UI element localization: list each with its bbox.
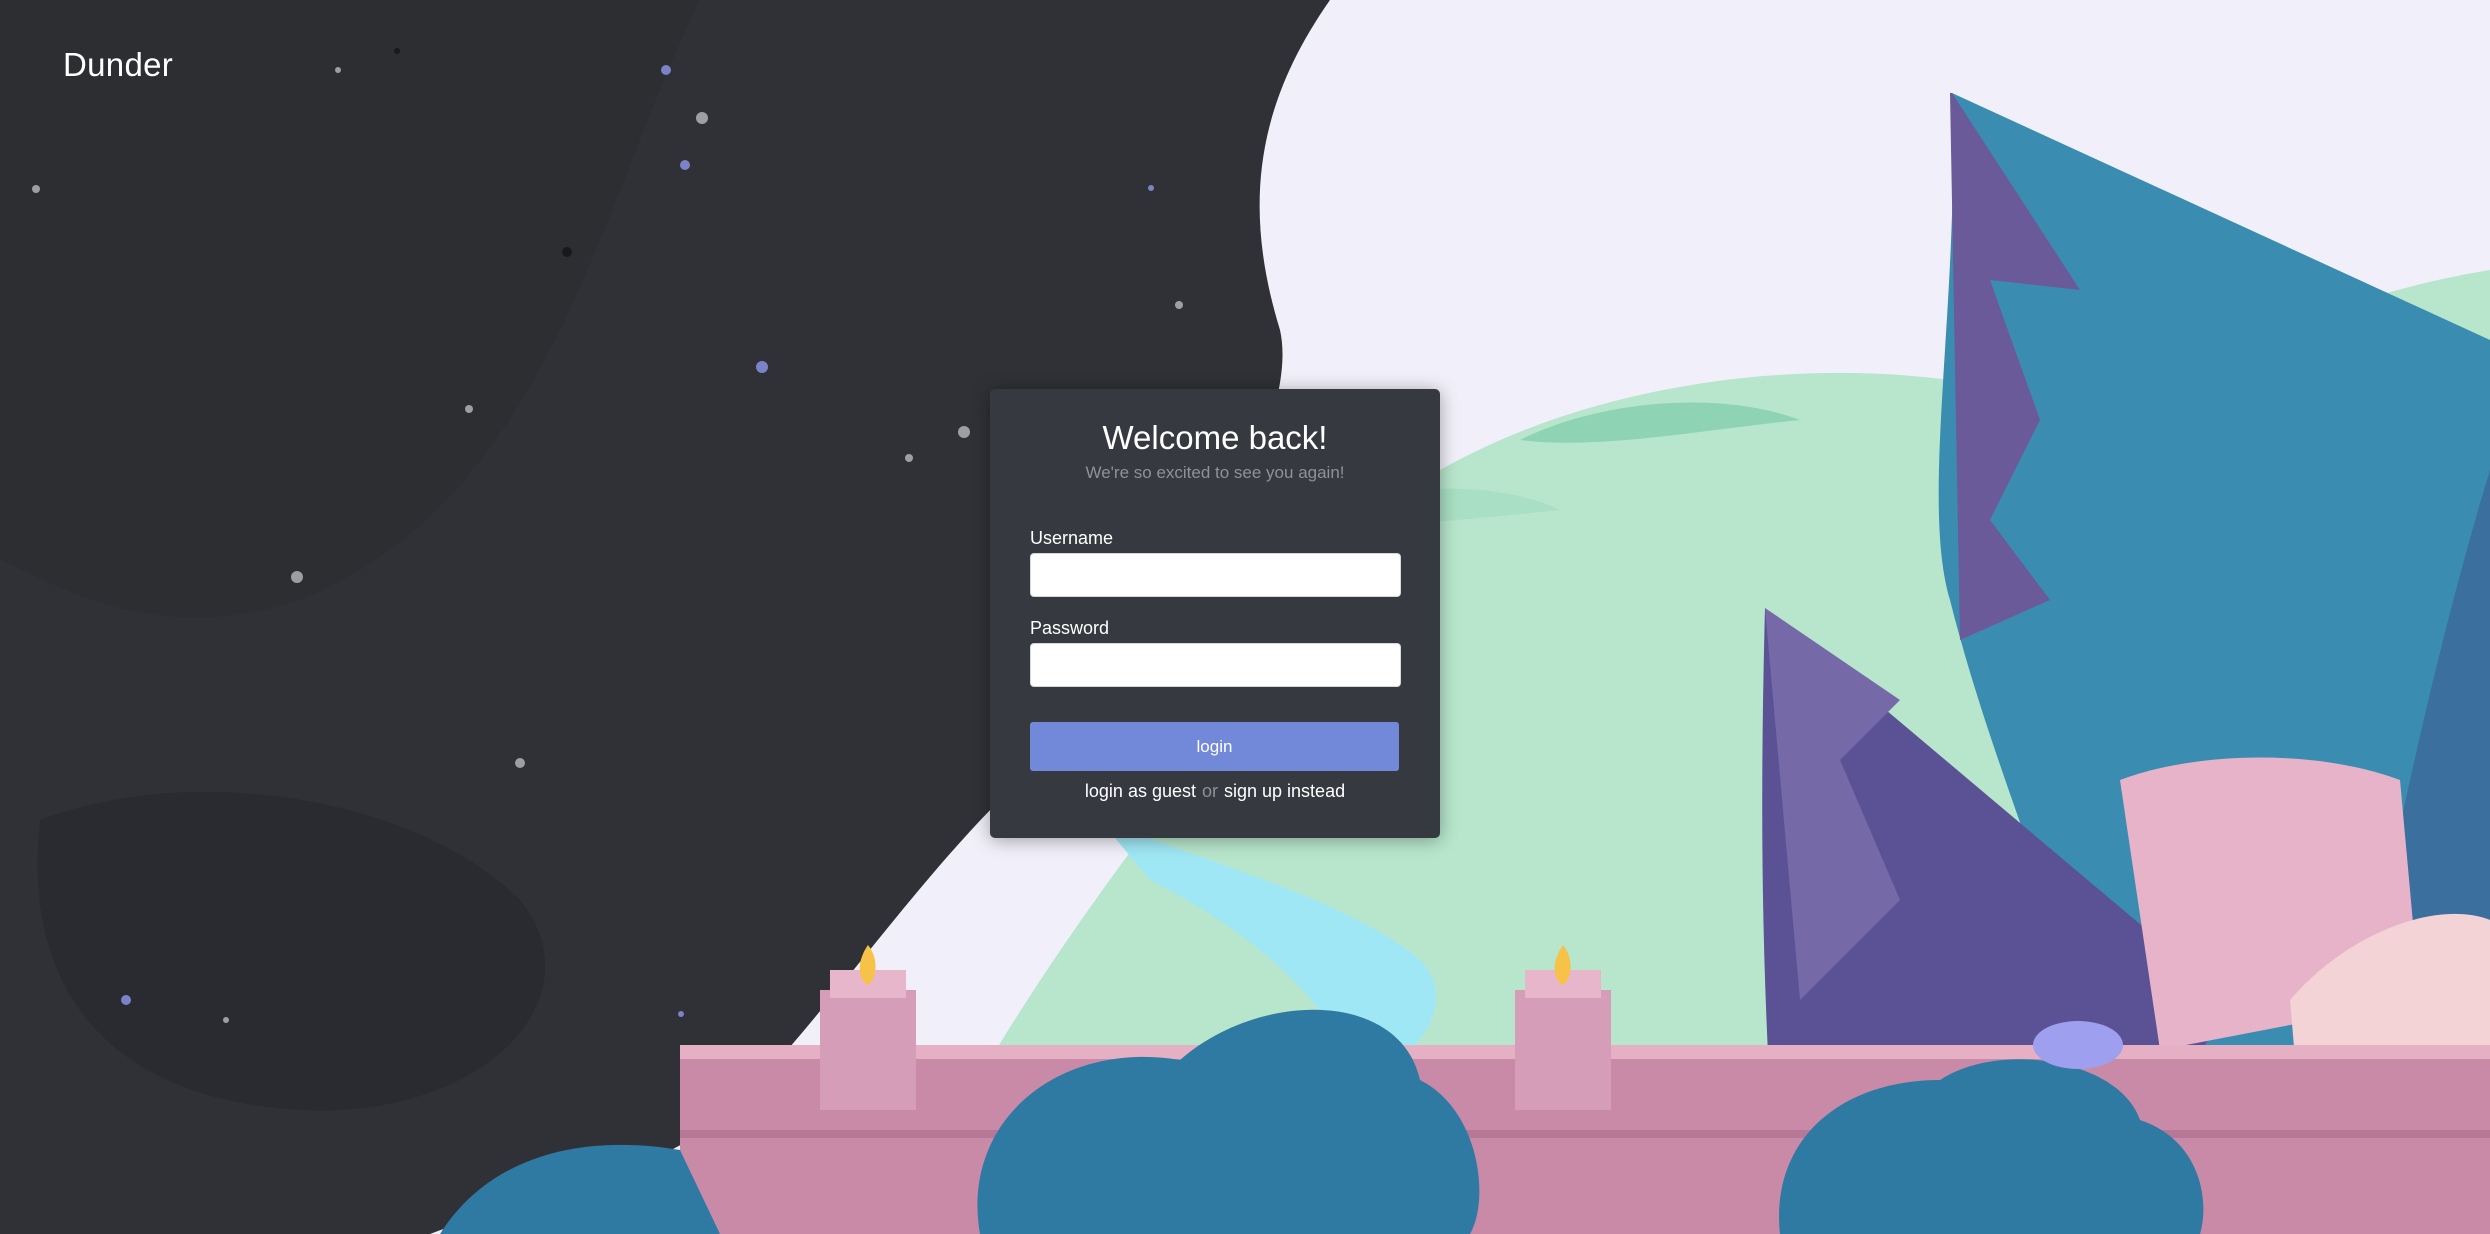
password-label: Password [1030,618,1110,638]
welcome-subtitle: We're so excited to see you again! [1085,463,1345,482]
login-as-guest-link[interactable]: login as guest [1085,781,1196,801]
brand-logo: Dunder [63,46,174,83]
login-button[interactable]: login [1030,722,1399,771]
username-input[interactable] [1030,553,1401,597]
username-label: Username [1030,528,1114,548]
sign-up-link[interactable]: sign up instead [1224,781,1345,801]
login-card: Welcome back! We're so excited to see yo… [990,389,1440,838]
alternate-actions: login as guest or sign up instead [990,781,1440,802]
welcome-title: Welcome back! [1102,419,1328,456]
or-separator: or [1201,781,1218,801]
password-input[interactable] [1030,643,1401,687]
